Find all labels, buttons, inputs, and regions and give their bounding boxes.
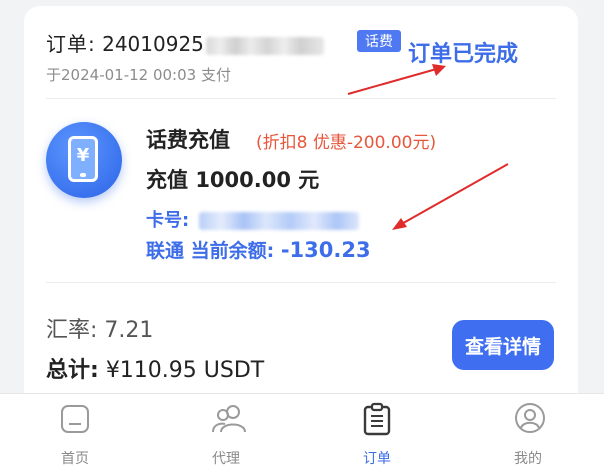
yen-symbol: ¥ xyxy=(76,145,90,166)
balance-row: 联通 当前余额: -130.23 xyxy=(146,236,371,263)
recharge-amount: 充值 1000.00 元 xyxy=(146,164,319,194)
card-number-redacted xyxy=(199,212,360,230)
order-time: 于2024-01-12 00:03 支付 xyxy=(46,64,231,85)
rate-label: 汇率: xyxy=(46,318,98,343)
balance-value: -130.23 xyxy=(280,238,371,262)
order-clipboard-icon xyxy=(363,402,391,436)
tab-label: 订单 xyxy=(363,451,391,467)
order-number-redacted xyxy=(205,36,324,55)
amount-unit: 元 xyxy=(298,168,320,192)
tab-label: 代理 xyxy=(212,451,240,467)
phone-home-button xyxy=(80,173,86,177)
tab-home[interactable]: 首页 xyxy=(0,394,150,470)
home-icon xyxy=(61,405,89,433)
balance-label: 联通 当前余额: xyxy=(146,240,275,262)
tab-label: 首页 xyxy=(61,451,89,467)
profile-icon xyxy=(515,403,545,433)
view-details-button[interactable]: 查看详情 xyxy=(452,320,554,370)
tab-agent[interactable]: 代理 xyxy=(151,394,301,470)
exchange-rate: 汇率: 7.21 xyxy=(46,312,153,344)
product-name: 话费充值 xyxy=(146,128,230,152)
phone-icon: ¥ xyxy=(68,136,98,182)
order-label: 订单: xyxy=(46,32,96,56)
amount-value: 1000.00 xyxy=(195,168,291,192)
time-prefix: 于 xyxy=(46,66,62,84)
order-number-row: 订单: 24010925 xyxy=(46,28,324,57)
total-label: 总计: xyxy=(46,358,99,383)
payment-status: 支付 xyxy=(200,66,231,84)
order-type-badge: 话费 xyxy=(357,30,401,52)
order-number: 24010925 xyxy=(102,32,204,56)
agent-users-icon xyxy=(212,405,246,433)
tab-profile[interactable]: 我的 xyxy=(453,394,603,470)
divider xyxy=(46,282,556,283)
card-number-row: 卡号: xyxy=(146,206,360,232)
card-label: 卡号: xyxy=(146,210,190,231)
annotation-order-completed: 订单已完成 xyxy=(408,42,519,67)
discount-info: (折扣8 优惠-200.00元) xyxy=(256,133,437,153)
order-datetime: 2024-01-12 00:03 xyxy=(61,66,197,84)
amount-label: 充值 xyxy=(146,168,188,192)
divider xyxy=(46,98,556,99)
total-value: ¥110.95 USDT xyxy=(105,358,265,383)
rate-value: 7.21 xyxy=(104,318,154,343)
tab-orders[interactable]: 订单 xyxy=(302,394,452,470)
tab-label: 我的 xyxy=(514,451,542,467)
phone-yen-icon: ¥ xyxy=(46,122,122,198)
bottom-tab-bar: 首页 代理 订单 我的 xyxy=(0,393,604,470)
total-row: 总计: ¥110.95 USDT xyxy=(46,352,264,384)
